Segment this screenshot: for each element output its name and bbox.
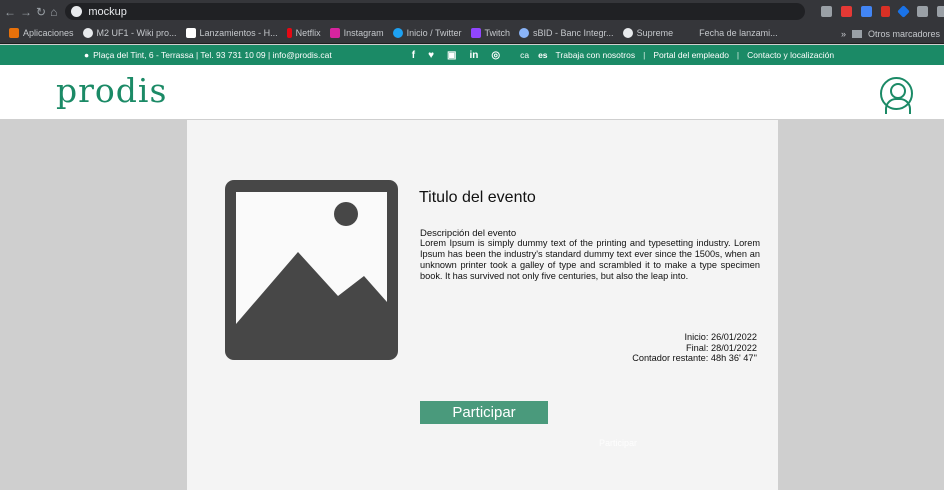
tp-extension-icon[interactable] — [881, 6, 891, 17]
window-icon[interactable] — [937, 6, 944, 17]
employee-portal-link[interactable]: Portal del empleado — [653, 50, 729, 60]
apps-grid-icon — [9, 28, 19, 38]
netflix-icon — [286, 28, 292, 38]
home-icon[interactable]: ⌂ — [50, 5, 57, 19]
translate-extension-icon[interactable] — [861, 6, 873, 17]
event-dates: Inicio: 26/01/2022 Final: 28/01/2022 Con… — [597, 332, 757, 364]
event-description: Lorem Ipsum is simply dummy text of the … — [420, 238, 760, 281]
lang-ca[interactable]: ca — [520, 50, 529, 60]
social-links: f ♥ ▣ in ◎ — [412, 50, 500, 61]
twitter-icon[interactable]: ♥ — [428, 50, 434, 61]
h-icon — [185, 28, 196, 38]
site-favicon-icon — [71, 6, 83, 17]
divider: | — [736, 50, 740, 60]
red-extension-icon[interactable] — [841, 6, 853, 17]
globe-icon — [622, 28, 633, 38]
image-placeholder-frame — [236, 192, 387, 332]
bookmark-lanzamientos[interactable]: Lanzamientos - H... — [185, 28, 278, 38]
bookmark-supreme[interactable]: Supreme — [622, 28, 673, 38]
event-end-date: Final: 28/01/2022 — [685, 342, 757, 353]
address-bar[interactable]: mockup — [65, 3, 806, 20]
bookmark-apps[interactable]: Aplicaciones — [9, 28, 74, 38]
bookmarks-bar: Aplicaciones M2 UF1 - Wiki pro... Lanzam… — [0, 23, 944, 44]
participate-button[interactable]: Participar — [420, 401, 548, 424]
bookmarks-overflow: » Otros marcadores — [834, 23, 940, 43]
contact-address: Plaça del Tint, 6 - Terrassa | Tel. 93 7… — [93, 50, 332, 60]
bookmark-sbid[interactable]: sBID - Banc Integr... — [519, 28, 614, 38]
site-header: prodis — [0, 65, 944, 119]
forward-icon[interactable]: → — [20, 5, 32, 19]
folder-icon — [851, 29, 862, 38]
lang-es[interactable]: es — [538, 50, 547, 60]
user-account-icon[interactable] — [880, 77, 913, 114]
bookmarks-more-button[interactable]: » — [841, 29, 846, 39]
instagram-icon[interactable]: ◎ — [491, 50, 500, 61]
site-logo[interactable]: prodis — [56, 71, 167, 110]
instagram-icon — [329, 28, 340, 38]
bookmark-fecha[interactable]: Fecha de lanzami... — [699, 28, 778, 38]
back-icon[interactable]: ← — [4, 5, 16, 19]
contact-info: ● Plaça del Tint, 6 - Terrassa | Tel. 93… — [84, 50, 332, 60]
youtube-icon[interactable]: ▣ — [447, 50, 456, 61]
linkedin-icon[interactable]: in — [469, 50, 478, 61]
image-placeholder-icon — [225, 180, 398, 360]
bookmark-netflix[interactable]: Netflix — [286, 28, 321, 38]
event-countdown: Contador restante: 48h 36' 47'' — [632, 353, 757, 363]
top-links: Trabaja con nosotros | Portal del emplea… — [556, 50, 835, 60]
twitter-icon — [392, 28, 403, 38]
location-pin-icon: ● — [84, 50, 90, 60]
landscape-icon — [236, 202, 387, 332]
bookmark-wiki[interactable]: M2 UF1 - Wiki pro... — [82, 28, 177, 38]
shield-extension-icon[interactable] — [821, 6, 833, 17]
event-panel: Titulo del evento Descripción del evento… — [187, 120, 778, 490]
bookmark-twitch[interactable]: Twitch — [470, 28, 510, 38]
bookmark-instagram[interactable]: Instagram — [329, 28, 384, 38]
tab-title: mockup — [88, 5, 127, 18]
other-bookmarks-link[interactable]: Otros marcadores — [868, 29, 940, 39]
work-with-us-link[interactable]: Trabaja con nosotros — [556, 50, 636, 60]
language-switcher: ca es — [520, 50, 547, 60]
twitch-icon — [470, 28, 481, 38]
site-top-bar: ● Plaça del Tint, 6 - Terrassa | Tel. 93… — [0, 45, 944, 65]
facebook-icon[interactable]: f — [412, 50, 415, 61]
extensions-area — [821, 5, 944, 18]
event-start-date: Inicio: 26/01/2022 — [684, 332, 757, 342]
event-title: Titulo del evento — [419, 189, 536, 206]
bookmark-twitter[interactable]: Inicio / Twitter — [392, 28, 462, 38]
divider: | — [643, 50, 646, 60]
browser-toolbar: ← → ↻ ⌂ mockup — [0, 0, 944, 23]
diamond-extension-icon[interactable] — [897, 5, 911, 18]
globe-icon — [82, 28, 93, 38]
ghost-participate-text: Participar — [599, 438, 638, 448]
contact-link[interactable]: Contacto y localización — [747, 50, 834, 60]
reload-icon[interactable]: ↻ — [36, 5, 46, 19]
sbid-icon — [519, 28, 530, 38]
puzzle-icon[interactable] — [917, 6, 929, 17]
